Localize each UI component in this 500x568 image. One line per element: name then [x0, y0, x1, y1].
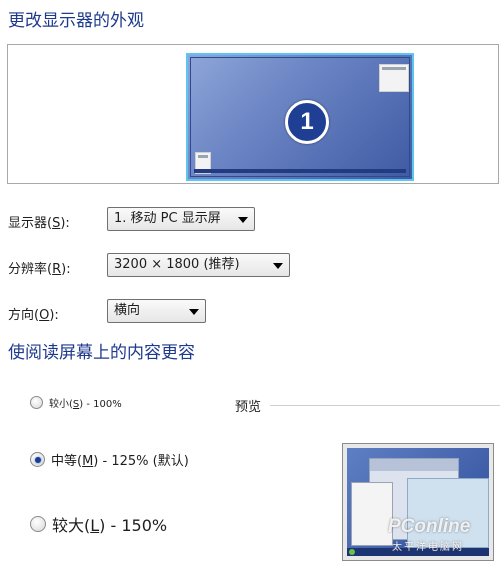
- mini-window-icon: [379, 64, 409, 92]
- resolution-label: 分辨率(R):: [8, 262, 71, 277]
- chevron-down-icon: [189, 309, 199, 315]
- radio-selected-dot: [34, 456, 41, 463]
- size-option-small-label: 较小(S) - 100%: [49, 399, 122, 410]
- resolution-select-value: 3200 × 1800 (推荐): [114, 257, 240, 272]
- radio-small[interactable]: [30, 396, 43, 409]
- orientation-label: 方向(O):: [8, 308, 59, 323]
- monitor-screen: 1: [190, 57, 410, 177]
- size-option-medium[interactable]: 中等(M) - 125% (默认): [30, 450, 189, 469]
- appearance-title: 更改显示器的外观: [8, 11, 144, 31]
- start-orb-icon: [349, 549, 355, 555]
- preview-window-doc: [351, 482, 393, 546]
- display-label: 显示器(S):: [8, 216, 70, 231]
- orientation-select-value: 横向: [114, 303, 141, 318]
- size-option-medium-label: 中等(M) - 125% (默认): [51, 454, 189, 469]
- chevron-down-icon: [238, 217, 248, 223]
- monitor-arrangement-area: 1: [7, 44, 499, 184]
- display-select-value: 1. 移动 PC 显示屏: [114, 211, 221, 226]
- size-option-large[interactable]: 较大(L) - 150%: [30, 512, 167, 536]
- radio-large[interactable]: [30, 516, 46, 532]
- preview-divider: [270, 405, 500, 406]
- monitor-1-thumbnail[interactable]: 1: [186, 53, 414, 181]
- watermark-subtitle: 太平洋电脑网: [392, 542, 464, 553]
- mini-taskbar: [194, 169, 406, 173]
- size-option-small[interactable]: 较小(S) - 100%: [30, 395, 122, 410]
- monitor-number-badge: 1: [285, 100, 329, 144]
- watermark-brand: PConline: [388, 516, 471, 537]
- display-select[interactable]: 1. 移动 PC 显示屏: [107, 207, 255, 231]
- chevron-down-icon: [273, 263, 283, 269]
- resolution-select[interactable]: 3200 × 1800 (推荐): [107, 253, 290, 277]
- text-size-title: 使阅读屏幕上的内容更容: [8, 343, 195, 363]
- radio-medium[interactable]: [30, 452, 45, 467]
- size-option-large-label: 较大(L) - 150%: [52, 516, 168, 535]
- preview-label: 预览: [235, 400, 262, 415]
- orientation-select[interactable]: 横向: [107, 299, 206, 323]
